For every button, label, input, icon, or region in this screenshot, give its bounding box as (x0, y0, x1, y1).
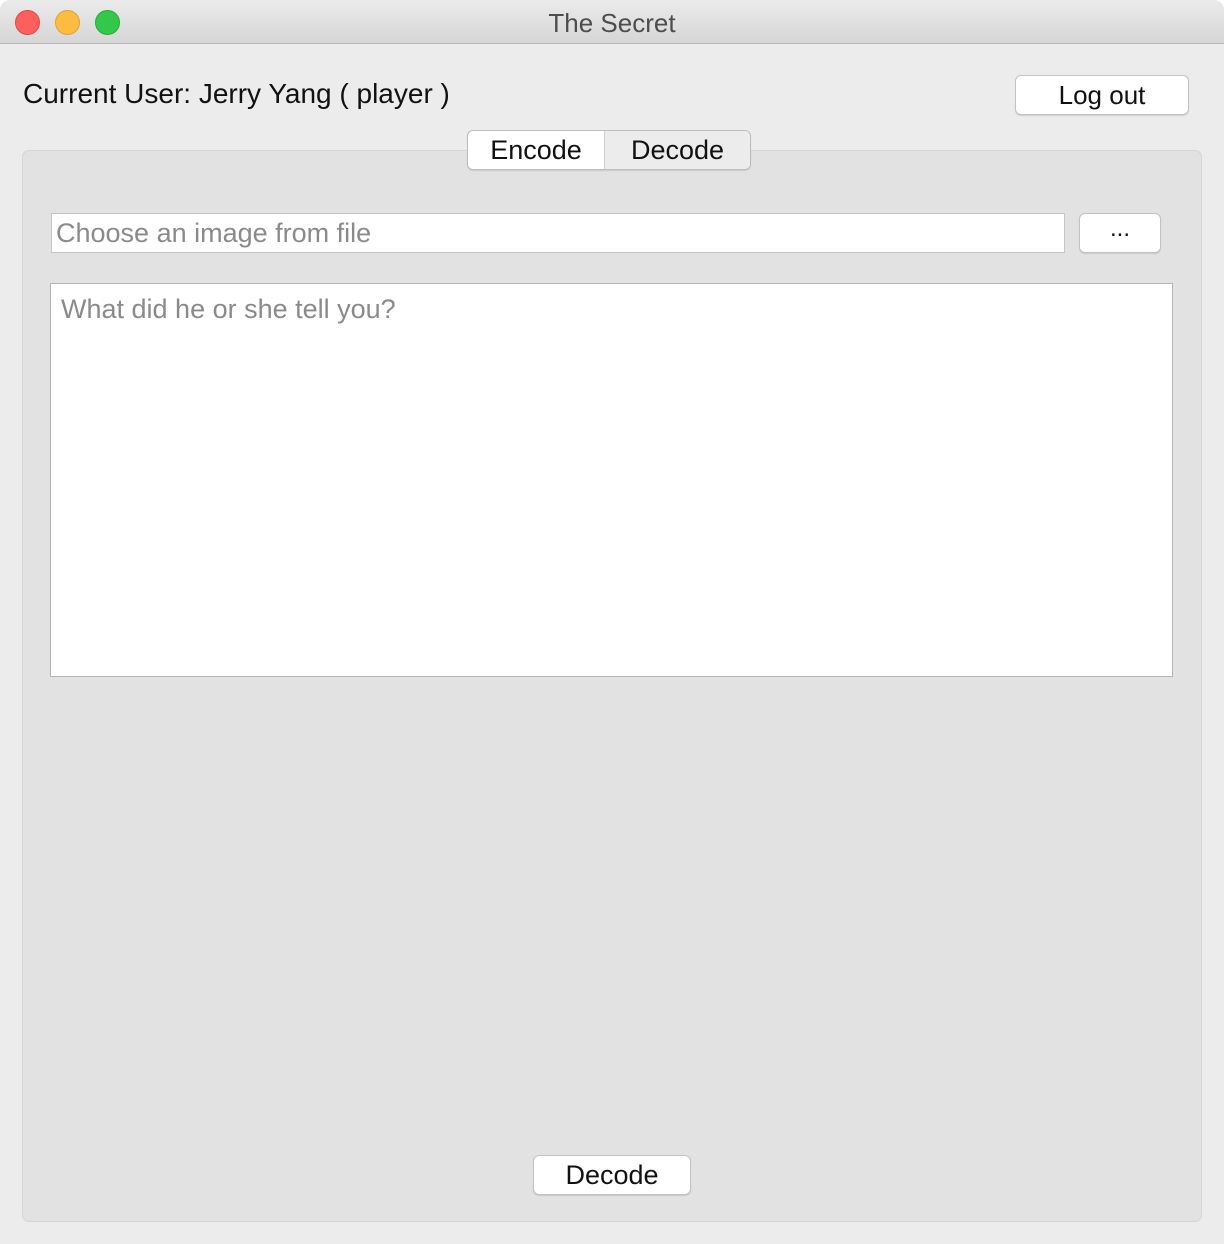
current-user-label: Current User: Jerry Yang ( player ) (23, 78, 450, 109)
image-file-input[interactable] (51, 213, 1065, 253)
decode-button[interactable]: Decode (533, 1155, 691, 1195)
tab-encode[interactable]: Encode (468, 131, 606, 169)
title-bar: The Secret (0, 0, 1224, 44)
tab-bar: Encode Decode (467, 130, 751, 170)
window-title: The Secret (548, 8, 676, 38)
app-window: The Secret Current User: Jerry Yang ( pl… (0, 0, 1224, 1244)
tab-decode[interactable]: Decode (605, 131, 750, 169)
browse-file-button[interactable]: ... (1079, 213, 1161, 253)
logout-button[interactable]: Log out (1015, 75, 1189, 115)
message-textarea[interactable] (50, 283, 1173, 677)
